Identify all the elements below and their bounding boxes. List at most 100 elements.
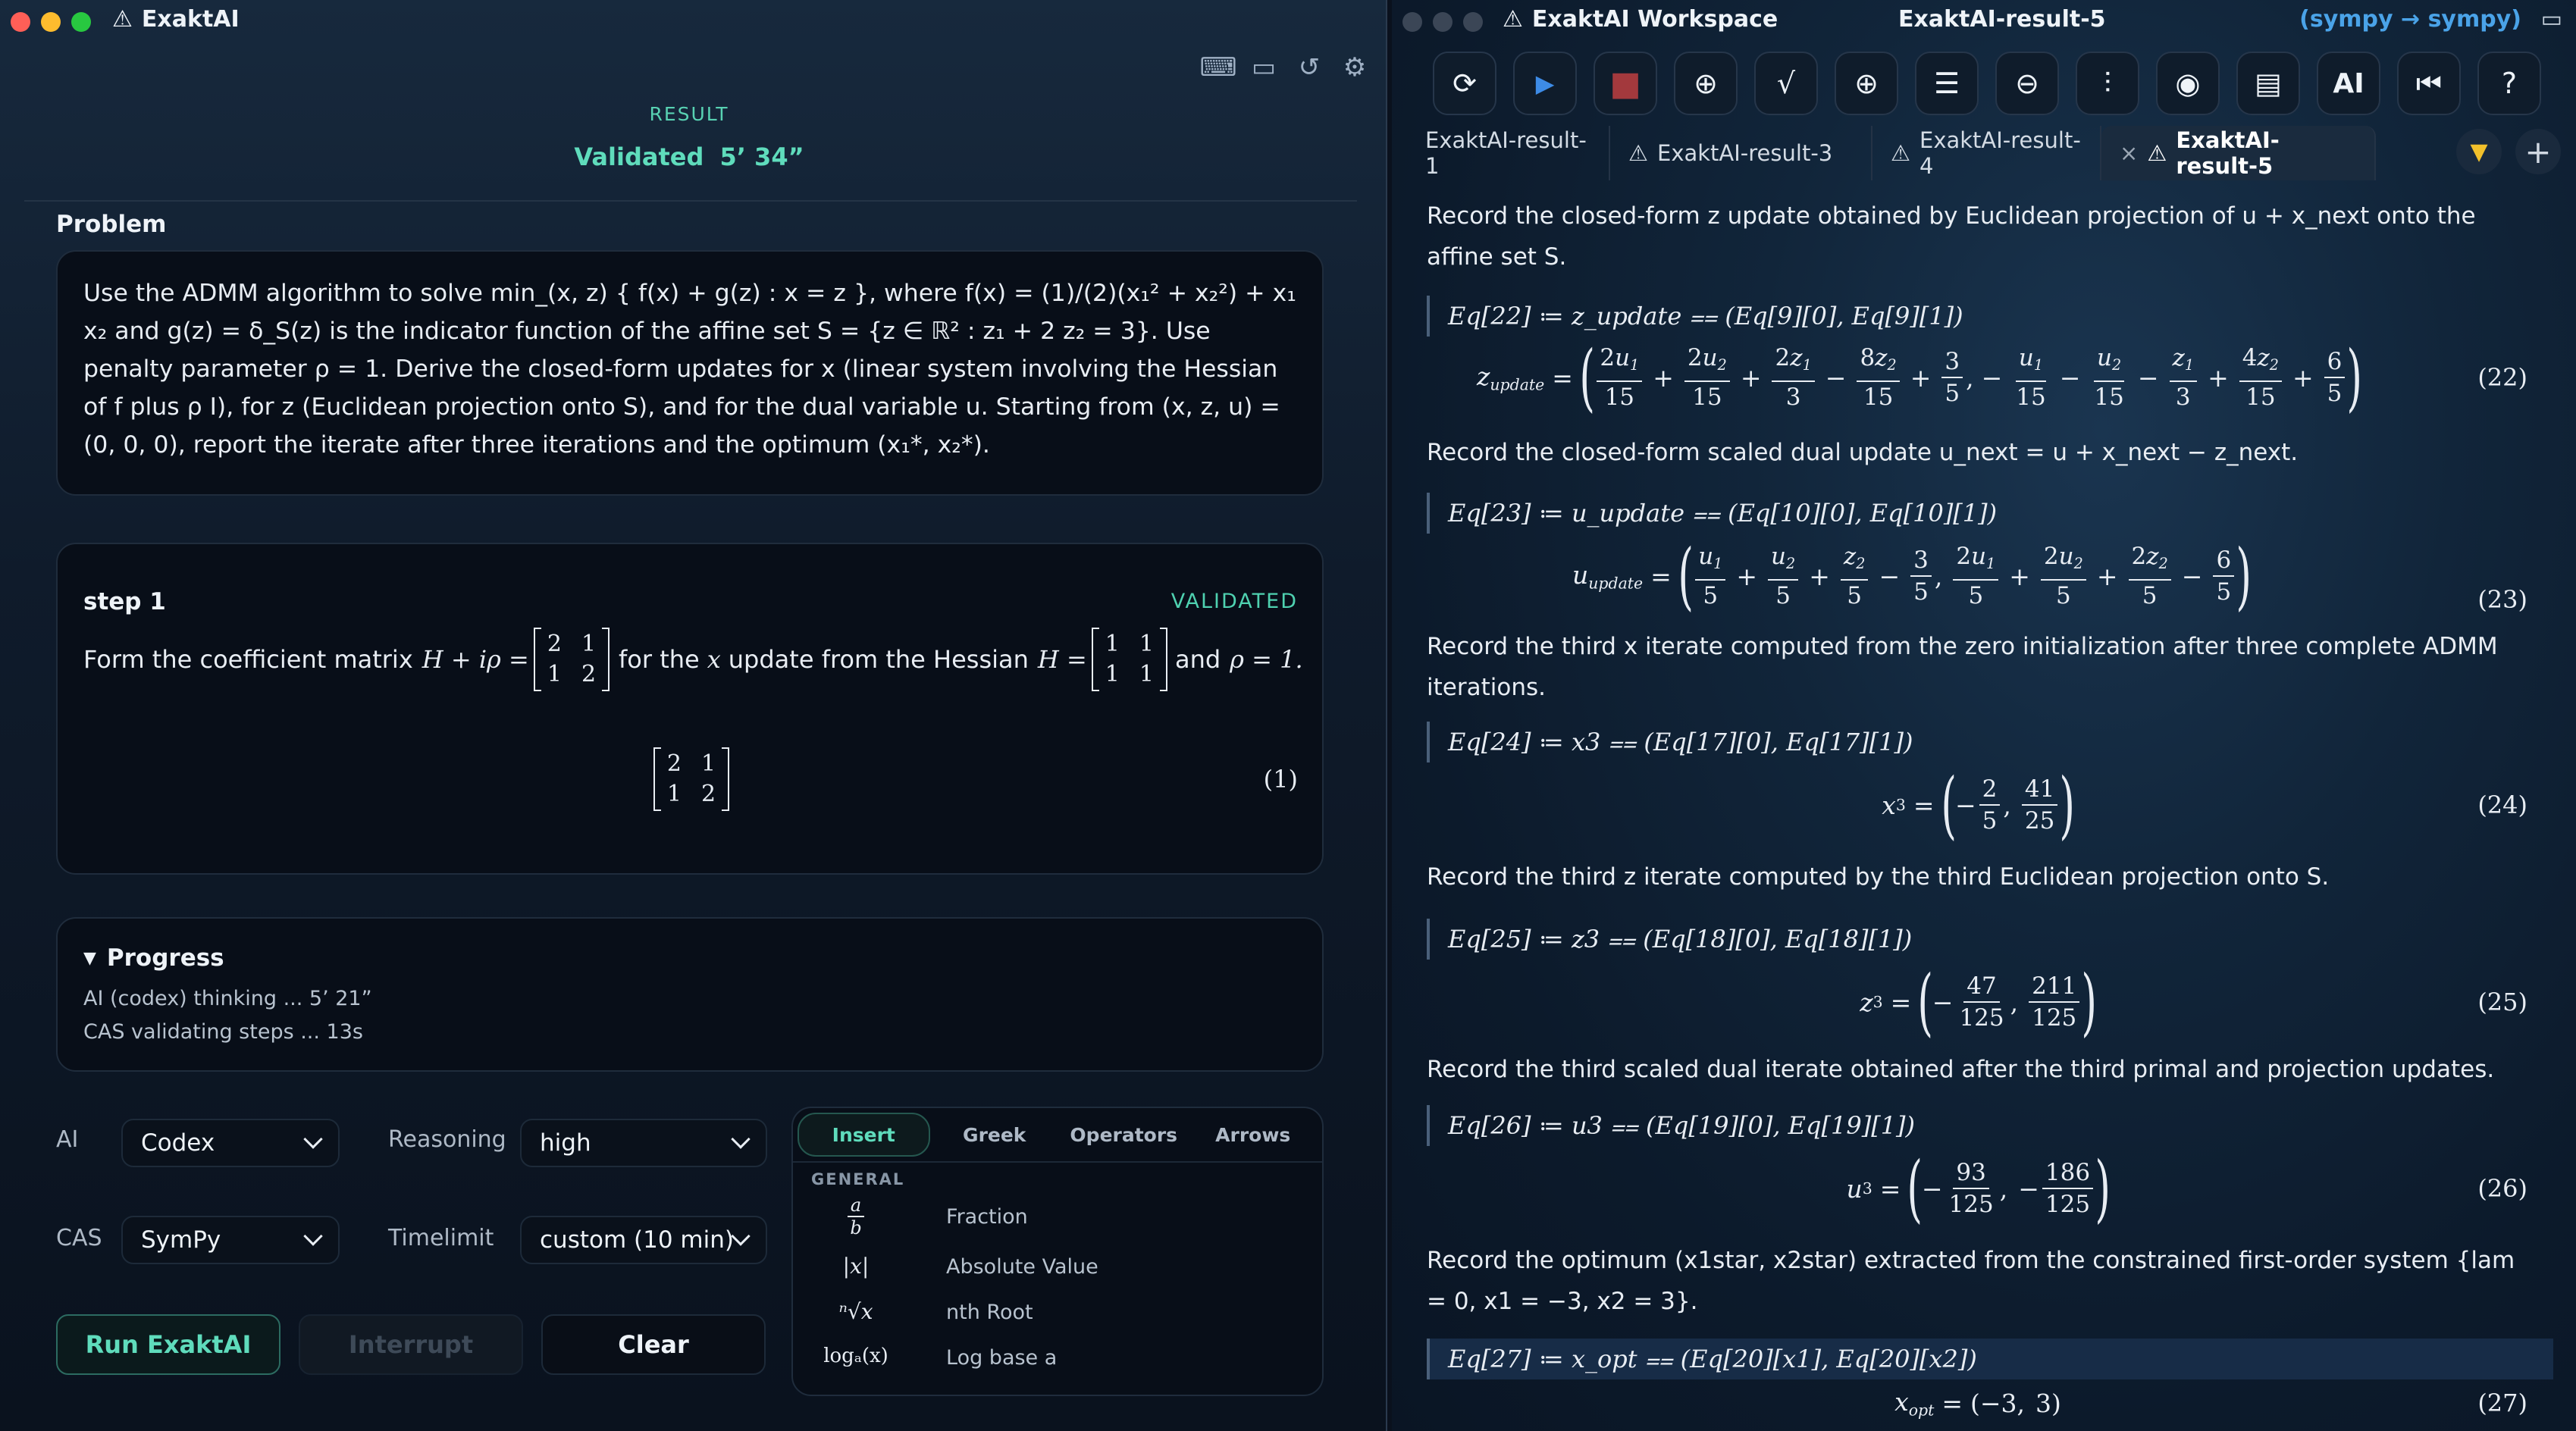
timelimit-select[interactable]: custom (10 min) (520, 1216, 767, 1264)
reasoning-select[interactable]: high (520, 1119, 767, 1167)
reasoning-select-value: high (540, 1129, 591, 1157)
tab-insert[interactable]: Insert (798, 1113, 930, 1157)
ai-select[interactable]: Codex (121, 1119, 340, 1167)
tab-arrows[interactable]: Arrows (1189, 1113, 1318, 1157)
step-title: step 1 (83, 588, 166, 615)
workspace-title: ExaktAI Workspace (1531, 6, 1778, 33)
cell-input[interactable]: Eq[23] ≔ u_update ⩵ (Eq[10][0], Eq[10][1… (1427, 493, 2553, 534)
matrix-cell: 2 (581, 661, 597, 687)
step-math-h: H = (1037, 645, 1087, 674)
cell-input[interactable]: Eq[25] ≔ z3 ⩵ (Eq[18][0], Eq[18][1]) (1427, 919, 2553, 960)
clear-button[interactable]: Clear (541, 1314, 766, 1375)
history-icon[interactable]: ↺ (1295, 52, 1324, 83)
settings-icon[interactable]: ⚙ (1340, 52, 1369, 83)
keyboard-icon[interactable]: ⌨ (1199, 52, 1236, 83)
close-tab-icon[interactable]: × (2120, 140, 2138, 166)
tab-dropdown-button[interactable]: ▼ (2456, 129, 2502, 174)
insert-tabs: Insert Greek Operators Arrows (798, 1113, 1318, 1157)
ai-button[interactable]: AI (2317, 52, 2380, 115)
nth-root-symbol: ⁿ√x (838, 1299, 873, 1324)
minimize-window-button[interactable] (41, 12, 61, 32)
equation-number: (27) (2477, 1389, 2527, 1417)
cell-description: Record the third scaled dual iterate obt… (1427, 1056, 2495, 1083)
step-math-rho: ρ = 1. (1230, 645, 1303, 674)
equation-number: (22) (2477, 363, 2527, 392)
workspace-toolbar: ⟳ ▶ ■ ⊕ √ ⊕ ☰ ⊖ ⫶ ◉ ▤ AI ⏮ ? (1433, 52, 2541, 115)
fraction-symbol: a b (814, 1195, 898, 1238)
matrix-cell: 1 (1105, 631, 1120, 657)
section-label: GENERAL (811, 1170, 905, 1188)
skip-back-button[interactable]: ⏮ (2397, 52, 2461, 115)
cell-output: u 3 = ( −93 125, − 186 125 ) (26) (1846, 1146, 2528, 1231)
cell-output: z 3 = ( −47 125, 211 125 ) (25) (1860, 960, 2527, 1044)
split-button[interactable]: ▤ (2236, 52, 2300, 115)
insert-item-label: nth Root (946, 1301, 1033, 1324)
cell-input[interactable]: Eq[26] ≔ u3 ⩵ (Eq[19][0], Eq[19][1]) (1427, 1105, 2553, 1146)
step-status-badge: VALIDATED (1170, 590, 1298, 613)
comment-icon[interactable]: ▭ (2541, 6, 2562, 33)
cell-input[interactable]: Eq[24] ≔ x3 ⩵ (Eq[17][0], Eq[17][1]) (1427, 722, 2553, 762)
cas-select[interactable]: SymPy (121, 1216, 340, 1264)
tab-result-5[interactable]: × ⚠ ExaktAI-result-5 (2101, 126, 2376, 180)
tab-result-4[interactable]: ⚠ ExaktAI-result-4 (1872, 126, 2101, 180)
chevron-down-icon (303, 1129, 323, 1149)
progress-line: CAS validating steps ... 13s (83, 1020, 363, 1044)
app-title: ExaktAI (141, 6, 240, 33)
cell-description: Record the third z iterate computed by t… (1427, 863, 2330, 891)
tab-operators[interactable]: Operators (1059, 1113, 1189, 1157)
preview-button[interactable]: ◉ (2156, 52, 2220, 115)
tab-greek[interactable]: Greek (930, 1113, 1060, 1157)
close-window-button[interactable] (11, 12, 30, 32)
equation-number: (26) (2477, 1174, 2527, 1203)
new-tab-button[interactable]: + (2515, 129, 2561, 174)
insert-item-absolute-value[interactable]: |x| Absolute Value (793, 1248, 1324, 1293)
refresh-button[interactable]: ⟳ (1433, 52, 1496, 115)
validated-status: Validated 5’ 34” (0, 142, 1378, 171)
insert-item-log-base[interactable]: logₐ(x) Log base a (793, 1339, 1324, 1384)
zoom-window-button[interactable] (71, 12, 91, 32)
sqrt-button[interactable]: √ (1754, 52, 1818, 115)
insert-item-label: Fraction (946, 1205, 1028, 1229)
align-button[interactable]: ☰ (1915, 52, 1979, 115)
minus-button[interactable]: ⊖ (1995, 52, 2059, 115)
left-toolbar: ⌨ ▭ ↺ ⚙ (1199, 52, 1369, 83)
minimize-window-button[interactable] (1433, 12, 1453, 32)
step-description: Form the coefficient matrix H + iρ = 2 1… (83, 628, 1312, 691)
tab-result-3[interactable]: ⚠ ExaktAI-result-3 (1610, 126, 1872, 180)
matrix-cell: 1 (1139, 631, 1154, 657)
problem-heading: Problem (56, 211, 167, 238)
document-tabs: ExaktAI-result-1 ⚠ ExaktAI-result-3 ⚠ Ex… (1425, 126, 2471, 180)
warning-triangle-icon: ⚠ (112, 6, 133, 33)
cell-input-selected[interactable]: Eq[27] ≔ x_opt ⩵ (Eq[20][x1], Eq[20][x2]… (1427, 1339, 2553, 1379)
skip-back-icon: ⏮ (2415, 66, 2443, 100)
play-button[interactable]: ▶ (1513, 52, 1577, 115)
insert-item-nth-root[interactable]: ⁿ√x nth Root (793, 1293, 1324, 1339)
indent-icon: ⫶ (2104, 66, 2111, 100)
insert-item-fraction[interactable]: a b Fraction (793, 1195, 1324, 1240)
zoom-window-button[interactable] (1463, 12, 1483, 32)
presentation-icon[interactable]: ▭ (1249, 52, 1278, 83)
run-button[interactable]: Run ExaktAI (56, 1314, 280, 1375)
step-text-b: for the (619, 645, 700, 674)
progress-card: ▼ Progress AI (codex) thinking ... 5’ 21… (56, 917, 1324, 1072)
matrix-cell: 1 (581, 631, 597, 657)
cell-description: Record the optimum (x1star, x2star) extr… (1427, 1247, 2515, 1315)
display-equation: 2 1 1 2 (1) (58, 741, 1325, 817)
stop-button[interactable]: ■ (1594, 52, 1657, 115)
matrix-cell: 1 (701, 750, 716, 777)
window-controls (1402, 12, 1483, 32)
window-controls (11, 12, 91, 32)
cell-output: uupdate = ( u1 5 + u2 5 + z2 5− 35, 2u1 5 + 2u2 5… (1572, 534, 2527, 618)
close-window-button[interactable] (1402, 12, 1422, 32)
indent-button[interactable]: ⫶ (2076, 52, 2139, 115)
help-button[interactable]: ? (2477, 52, 2541, 115)
zoom-step-button[interactable]: ⊕ (1674, 52, 1738, 115)
cell-input[interactable]: Eq[22] ≔ z_update ⩵ (Eq[9][0], Eq[9][1]) (1427, 296, 2553, 337)
progress-toggle[interactable]: ▼ Progress (83, 944, 224, 972)
cell-output: xopt = (−3, 3) (27) (1894, 1386, 2527, 1420)
interrupt-button[interactable]: Interrupt (299, 1314, 523, 1375)
cell-description: Record the third x iterate computed from… (1427, 633, 2498, 701)
step-text-a: Form the coefficient matrix (83, 645, 413, 674)
insert-cell-button[interactable]: ⊕ (1835, 52, 1898, 115)
tab-result-1[interactable]: ExaktAI-result-1 (1425, 126, 1610, 180)
